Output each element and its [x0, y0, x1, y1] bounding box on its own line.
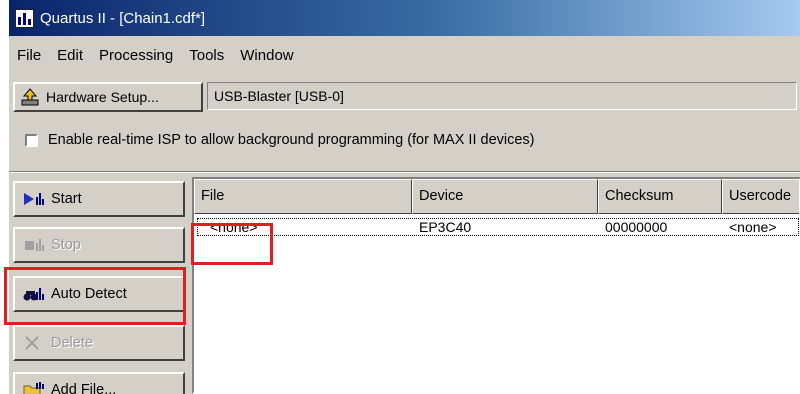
hardware-setup-button[interactable]: Hardware Setup...: [13, 82, 203, 112]
isp-checkbox-label[interactable]: Enable real-time ISP to allow background…: [48, 132, 535, 148]
add-file-icon: [23, 382, 45, 394]
start-icon: [23, 191, 45, 207]
hardware-display-field: USB-Blaster [USB-0]: [207, 82, 797, 110]
column-header-device[interactable]: Device: [412, 179, 598, 214]
column-header-checksum[interactable]: Checksum: [598, 179, 722, 214]
add-file-button[interactable]: Add File...: [13, 372, 185, 394]
isp-option: Enable real-time ISP to allow background…: [25, 132, 535, 148]
quartus-window: Quartus II - [Chain1.cdf*] File Edit Pro…: [8, 0, 800, 394]
stop-button[interactable]: Stop: [13, 227, 185, 263]
auto-detect-button[interactable]: Auto Detect: [13, 276, 185, 312]
window-title: Quartus II - [Chain1.cdf*]: [40, 9, 206, 27]
cell-file: <none>: [210, 219, 258, 235]
start-label: Start: [51, 191, 82, 207]
stop-label: Stop: [51, 237, 81, 253]
delete-button[interactable]: Delete: [13, 325, 185, 361]
quartus-app-icon[interactable]: [15, 8, 34, 28]
cell-device: EP3C40: [419, 219, 472, 235]
separator: [9, 171, 800, 173]
menu-processing[interactable]: Processing: [99, 47, 173, 64]
menu-edit[interactable]: Edit: [57, 47, 83, 64]
cell-checksum: 00000000: [605, 219, 668, 235]
delete-icon: [23, 335, 45, 351]
auto-detect-icon: [23, 286, 45, 302]
isp-checkbox[interactable]: [25, 133, 38, 147]
menu-tools[interactable]: Tools: [189, 47, 224, 64]
add-file-label: Add File...: [51, 382, 117, 394]
table-row[interactable]: <none> EP3C40 00000000 <none>: [194, 216, 799, 238]
column-header-file[interactable]: File: [194, 179, 412, 214]
column-header-usercode[interactable]: Usercode: [722, 179, 799, 214]
hardware-setup-label: Hardware Setup...: [46, 89, 159, 105]
menu-file[interactable]: File: [17, 47, 41, 64]
table-header: File Device Checksum Usercode: [194, 179, 799, 214]
hardware-setup-icon: [21, 88, 39, 106]
start-button[interactable]: Start: [13, 181, 185, 217]
menu-bar: File Edit Processing Tools Window: [9, 40, 800, 70]
programming-chain-table: File Device Checksum Usercode <none> EP3…: [192, 177, 800, 394]
cell-usercode: <none>: [729, 219, 777, 235]
hardware-toolbar: Hardware Setup... USB-Blaster [USB-0]: [9, 80, 800, 114]
title-bar[interactable]: Quartus II - [Chain1.cdf*]: [9, 0, 800, 36]
row-focus-outline: [197, 218, 799, 236]
auto-detect-label: Auto Detect: [51, 286, 127, 302]
stop-icon: [23, 237, 45, 253]
delete-label: Delete: [51, 335, 93, 351]
menu-window[interactable]: Window: [240, 47, 293, 64]
